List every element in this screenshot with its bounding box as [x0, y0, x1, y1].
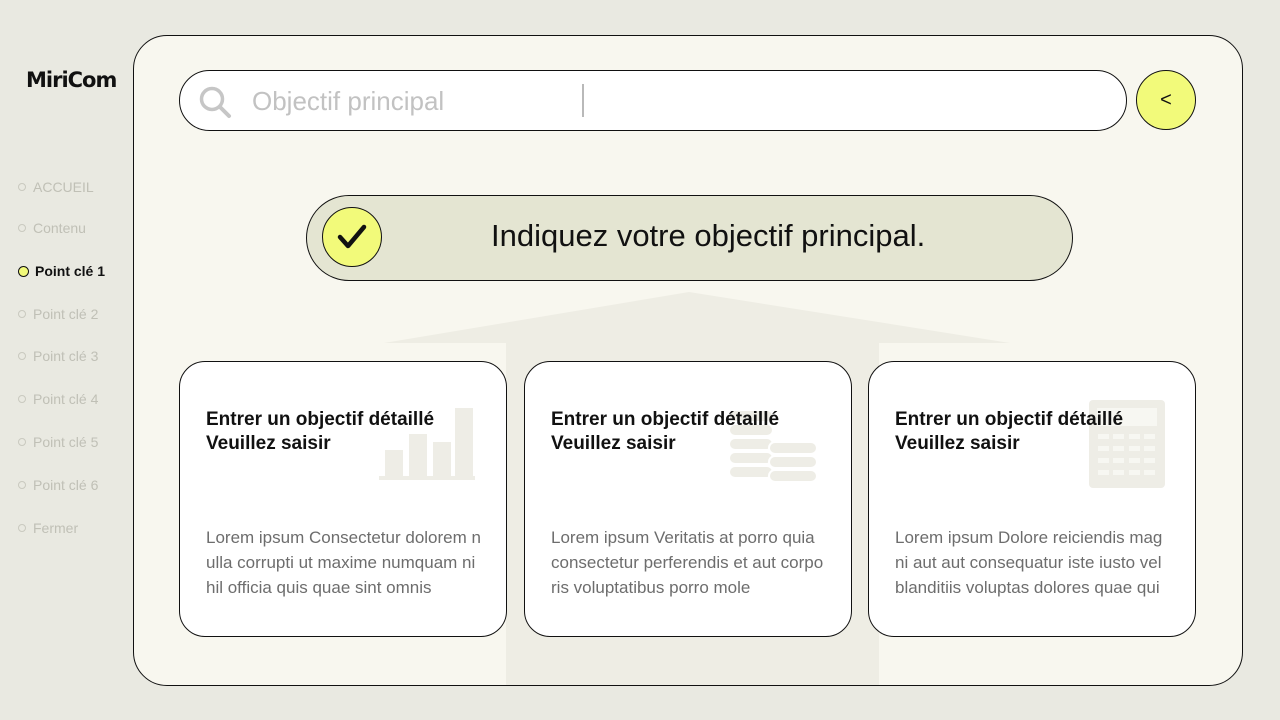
card-body: Lorem ipsum Veritatis at porro quia cons… [551, 528, 824, 597]
objective-card-1[interactable]: Entrer un objectif détaillé Veuillez sai… [179, 361, 507, 637]
nav-item-point-cle-2[interactable]: Point clé 2 [18, 304, 128, 324]
nav-item-point-cle-5[interactable]: Point clé 5 [18, 432, 128, 452]
nav-item-label: Fermer [33, 520, 79, 536]
instruction-banner: Indiquez votre objectif principal. [306, 195, 1073, 281]
card-title: Entrer un objectif détaillé Veuillez sai… [895, 408, 1185, 456]
back-button-label: < [1160, 88, 1172, 111]
card-title-line: Entrer un objectif détaillé [895, 409, 1124, 430]
nav-item-label: Point clé 2 [33, 306, 99, 322]
card-subtitle-line: Veuillez saisir [206, 433, 331, 454]
nav-dot-icon [18, 524, 26, 532]
card-body: Lorem ipsum Consectetur dolorem nulla co… [206, 528, 481, 597]
nav-item-point-cle-1[interactable]: Point clé 1 [18, 261, 128, 281]
nav-dot-icon [18, 395, 26, 403]
checkmark-badge [322, 207, 382, 267]
nav-dot-icon [18, 224, 26, 232]
checkmark-icon [337, 224, 367, 249]
nav-dot-active-icon [18, 265, 29, 277]
nav-item-point-cle-4[interactable]: Point clé 4 [18, 389, 128, 409]
card-title: Entrer un objectif détaillé Veuillez sai… [551, 408, 841, 456]
card-title-line: Entrer un objectif détaillé [206, 409, 435, 430]
nav-item-point-cle-3[interactable]: Point clé 3 [18, 346, 128, 366]
nav-dot-icon [18, 352, 26, 360]
card-body: Lorem ipsum Dolore reiciendis magni aut … [895, 528, 1163, 597]
nav-item-fermer[interactable]: Fermer [18, 518, 128, 538]
card-title: Entrer un objectif détaillé Veuillez sai… [206, 408, 496, 456]
text-caret [582, 84, 584, 117]
nav-item-label: Point clé 5 [33, 434, 99, 450]
search-bar[interactable] [179, 70, 1127, 131]
objective-card-3[interactable]: Entrer un objectif détaillé Veuillez sai… [868, 361, 1196, 637]
search-input[interactable] [250, 82, 594, 120]
nav-dot-icon [18, 183, 26, 191]
nav-item-label: Point clé 6 [33, 477, 99, 493]
nav-dot-icon [18, 438, 26, 446]
nav-dot-icon [18, 481, 26, 489]
nav-item-point-cle-6[interactable]: Point clé 6 [18, 475, 128, 495]
card-subtitle-line: Veuillez saisir [895, 433, 1020, 454]
banner-text: Indiquez votre objectif principal. [491, 218, 926, 253]
nav-item-label: Point clé 1 [35, 263, 106, 279]
nav-item-accueil[interactable]: ACCUEIL [18, 177, 128, 197]
app-logo: MiriCom [26, 68, 117, 92]
nav-item-label: Point clé 3 [33, 348, 99, 364]
nav-item-label: Contenu [33, 220, 86, 236]
search-icon [199, 86, 231, 118]
nav-item-label: ACCUEIL [33, 179, 94, 195]
back-button[interactable]: < [1136, 70, 1196, 130]
card-title-line: Entrer un objectif détaillé [551, 409, 780, 430]
nav-item-label: Point clé 4 [33, 391, 99, 407]
objective-card-2[interactable]: Entrer un objectif détaillé Veuillez sai… [524, 361, 852, 637]
nav-dot-icon [18, 310, 26, 318]
nav-item-contenu[interactable]: Contenu [18, 218, 128, 238]
main-panel: < Indiquez votre objectif principal. Ent… [133, 35, 1243, 686]
card-subtitle-line: Veuillez saisir [551, 433, 676, 454]
